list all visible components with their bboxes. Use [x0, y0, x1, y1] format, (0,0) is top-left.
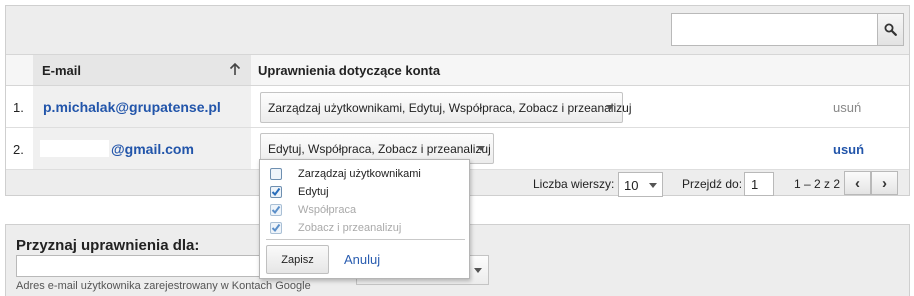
checkbox-checked-disabled: [270, 222, 282, 234]
rows-per-page-label: Liczba wierszy:: [533, 177, 615, 191]
checkmark-icon: [271, 187, 281, 197]
divider: [266, 239, 465, 240]
email-cell: @gmail.com: [33, 128, 251, 169]
option-label: Edytuj: [298, 186, 329, 198]
permissions-column-header: Uprawnienia dotyczące konta: [258, 63, 441, 78]
checkmark-icon: [271, 223, 281, 233]
search-box: [671, 13, 904, 46]
cancel-link[interactable]: Anuluj: [344, 252, 380, 267]
permission-option-read-analyze: Zobacz i przeanalizuj: [270, 221, 401, 235]
assign-title: Przyznaj uprawnienia dla:: [16, 237, 200, 254]
page-nav: ‹ ›: [844, 171, 898, 195]
email-cell: p.michalak@grupatense.pl: [33, 86, 251, 127]
table-row: 1. p.michalak@grupatense.pl Zarządzaj uż…: [6, 86, 909, 128]
permission-option-manage-users[interactable]: Zarządzaj użytkownikami: [270, 167, 421, 181]
row-number: 2.: [13, 142, 24, 157]
user-email-link[interactable]: @gmail.com: [111, 141, 194, 157]
rows-per-page-select[interactable]: 10: [618, 172, 663, 197]
user-email-link[interactable]: p.michalak@grupatense.pl: [43, 99, 221, 115]
redacted-email-part: [40, 140, 109, 157]
page-range: 1 – 2 z 2: [794, 177, 841, 191]
search-input[interactable]: [671, 13, 877, 46]
checkbox-checked[interactable]: [270, 186, 282, 198]
chevron-right-icon: ›: [882, 174, 887, 192]
rows-per-page-value: 10: [624, 178, 639, 193]
permissions-popup: Zarządzaj użytkownikami Edytuj Współprac…: [259, 159, 470, 279]
chevron-down-icon: [606, 105, 614, 110]
remove-link[interactable]: usuń: [833, 100, 861, 115]
permission-option-edit[interactable]: Edytuj: [270, 185, 329, 199]
permission-option-collaborate: Współpraca: [270, 203, 356, 217]
chevron-down-icon: [649, 183, 657, 188]
permissions-value: Zarządzaj użytkownikami, Edytuj, Współpr…: [268, 101, 632, 115]
table-header: E-mail Uprawnienia dotyczące konta: [6, 54, 909, 86]
email-column-header[interactable]: E-mail: [33, 55, 251, 85]
permissions-value: Edytuj, Współpraca, Zobacz i przeanalizu…: [268, 142, 491, 156]
checkbox-checked-disabled: [270, 204, 282, 216]
row-number: 1.: [13, 100, 24, 115]
checkmark-icon: [271, 205, 281, 215]
next-page-button[interactable]: ›: [871, 171, 898, 195]
option-label: Współpraca: [298, 204, 357, 216]
option-label: Zobacz i przeanalizuj: [298, 222, 402, 234]
goto-page-input[interactable]: 1: [744, 172, 774, 196]
search-icon: [884, 23, 897, 36]
email-header-label: E-mail: [42, 63, 82, 78]
option-label: Zarządzaj użytkownikami: [298, 168, 421, 180]
previous-page-button[interactable]: ‹: [844, 171, 871, 195]
search-button[interactable]: [877, 13, 904, 46]
sort-arrow-up-icon[interactable]: [229, 62, 241, 76]
assign-help-text: Adres e-mail użytkownika zarejestrowany …: [16, 280, 311, 292]
assign-email-input[interactable]: [16, 255, 276, 277]
permissions-dropdown[interactable]: Zarządzaj użytkownikami, Edytuj, Współpr…: [260, 92, 631, 123]
remove-link[interactable]: usuń: [833, 142, 864, 157]
chevron-left-icon: ‹: [855, 174, 860, 192]
goto-page-label: Przejdź do:: [682, 177, 743, 191]
checkbox-unchecked[interactable]: [270, 168, 282, 180]
chevron-down-icon: [477, 146, 485, 151]
save-button[interactable]: Zapisz: [266, 245, 329, 274]
chevron-down-icon: [474, 268, 482, 273]
